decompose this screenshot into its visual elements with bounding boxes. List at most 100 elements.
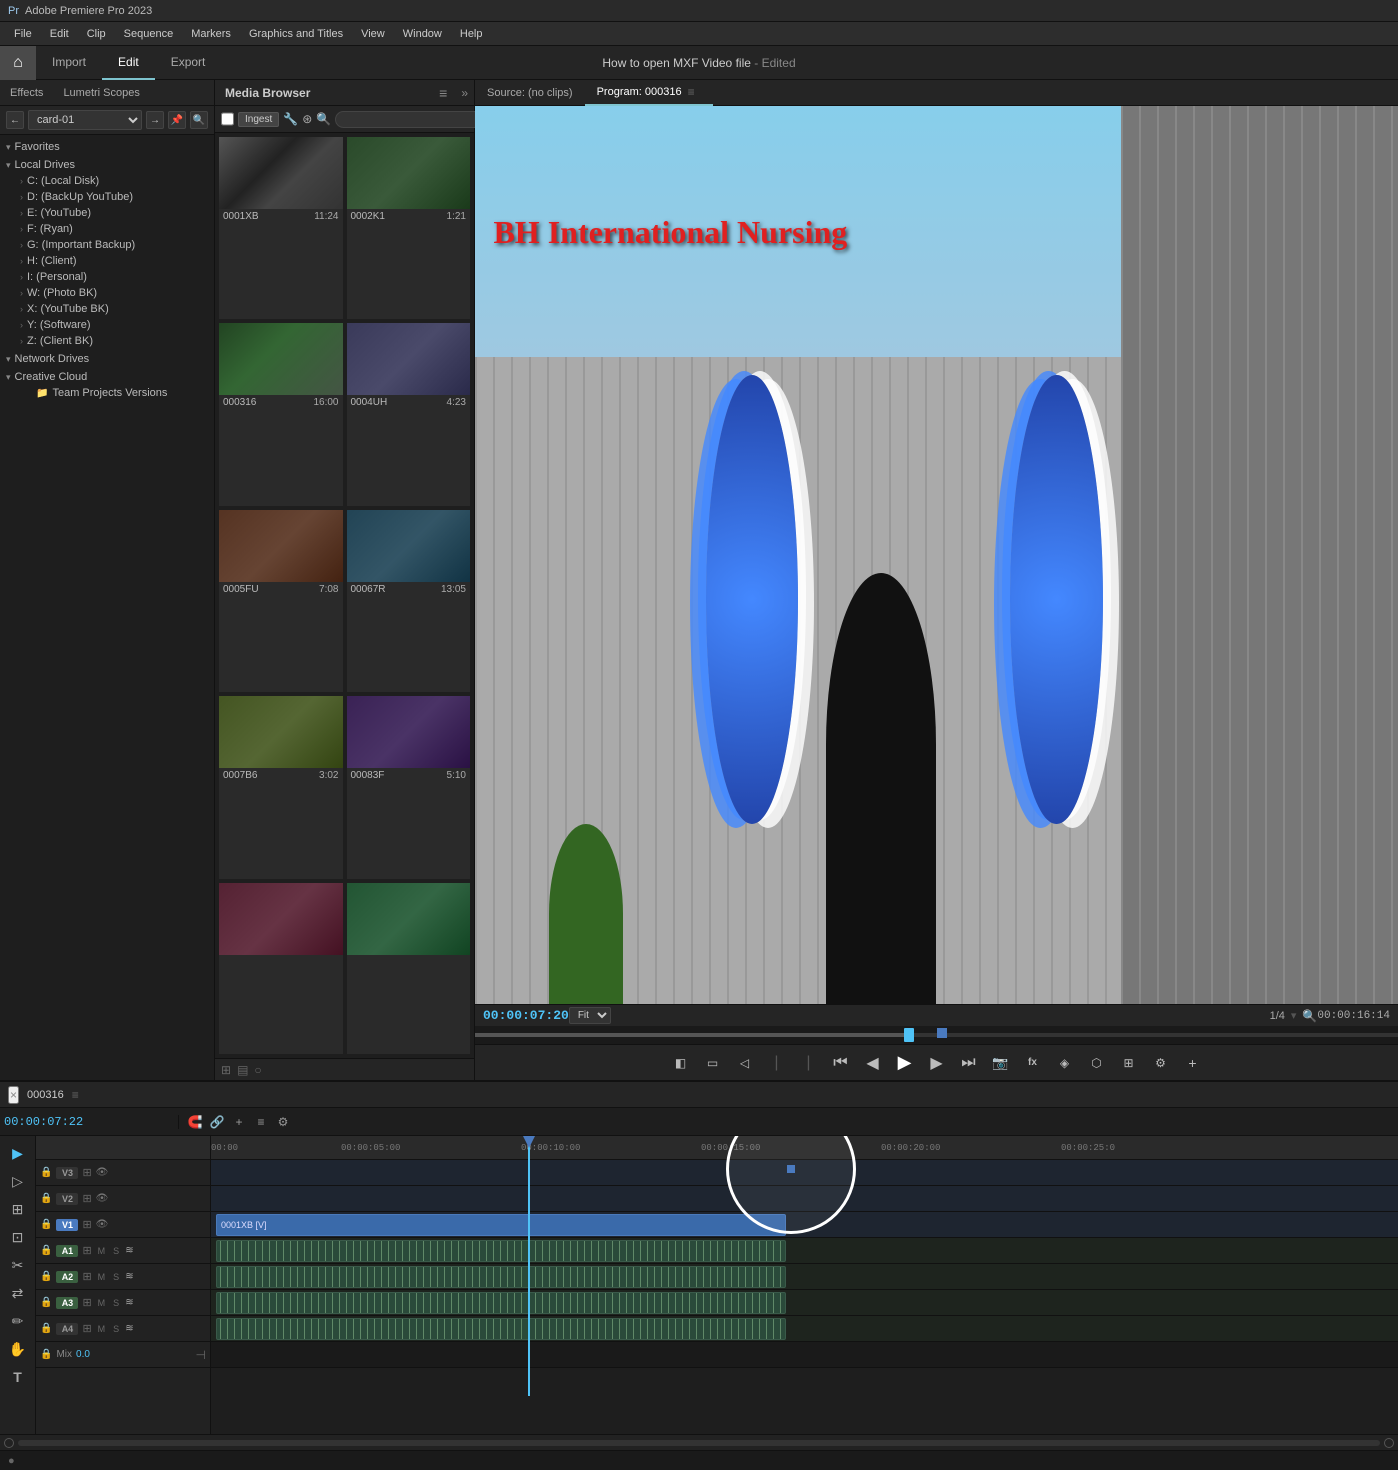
drive-g[interactable]: › G: (Important Backup) — [0, 237, 214, 253]
drive-i[interactable]: › I: (Personal) — [0, 269, 214, 285]
tl-settings-btn[interactable]: ⚙ — [273, 1112, 293, 1132]
a1-lock[interactable]: 🔒 — [40, 1245, 52, 1256]
a2-settings[interactable]: ⊞ — [82, 1270, 91, 1283]
tc-track-a2[interactable] — [211, 1264, 1398, 1290]
a2-solo[interactable]: S — [111, 1272, 121, 1282]
timeline-close-btn[interactable]: × — [8, 1086, 19, 1104]
hand-tool[interactable]: ✋ — [4, 1336, 32, 1362]
tl-link-btn[interactable]: 🔗 — [207, 1112, 227, 1132]
drive-c[interactable]: › C: (Local Disk) — [0, 173, 214, 189]
tc-track-a4[interactable] — [211, 1316, 1398, 1342]
edit-tab[interactable]: Edit — [102, 46, 155, 80]
thumb-000316[interactable]: 000316 16:00 — [219, 323, 343, 505]
a3-solo[interactable]: S — [111, 1298, 121, 1308]
camera-btn[interactable]: 📷 — [987, 1049, 1015, 1077]
a1-label[interactable]: A1 — [56, 1245, 78, 1257]
media-search-input[interactable] — [335, 111, 485, 128]
media-search-btn[interactable]: 🔍 — [316, 109, 331, 129]
thumb-0005FU[interactable]: 0005FU 7:08 — [219, 510, 343, 692]
roll-tool[interactable]: ⊡ — [4, 1224, 32, 1250]
nav-next[interactable]: → — [146, 111, 164, 129]
tc-track-v3[interactable] — [211, 1160, 1398, 1186]
a2-mute[interactable]: M — [96, 1272, 108, 1282]
home-tab[interactable]: ⌂ — [0, 46, 36, 80]
creative-cloud-header[interactable]: ▾ Creative Cloud — [0, 369, 214, 385]
v2-label[interactable]: V2 — [56, 1193, 78, 1205]
clip-btn[interactable]: ▭ — [699, 1049, 727, 1077]
v1-label[interactable]: V1 — [56, 1219, 78, 1231]
tl-add-track-btn[interactable]: + — [229, 1112, 249, 1132]
a2-lock[interactable]: 🔒 — [40, 1271, 52, 1282]
tc-track-a3[interactable] — [211, 1290, 1398, 1316]
program-monitor-tab[interactable]: Program: 000316 ≡ — [585, 80, 713, 106]
a3-settings[interactable]: ⊞ — [82, 1296, 91, 1309]
local-drives-header[interactable]: ▾ Local Drives — [0, 157, 214, 173]
tc-track-v1[interactable]: 0001XB [V] — [211, 1212, 1398, 1238]
thumb-0002K1[interactable]: 0002K1 1:21 — [347, 137, 471, 319]
tc-track-a1[interactable] — [211, 1238, 1398, 1264]
add-btn[interactable]: + — [1179, 1049, 1207, 1077]
drive-z[interactable]: › Z: (Client BK) — [0, 333, 214, 349]
a4-mute[interactable]: M — [96, 1324, 108, 1334]
import-tab[interactable]: Import — [36, 46, 102, 80]
network-drives-header[interactable]: ▾ Network Drives — [0, 351, 214, 367]
drive-x[interactable]: › X: (YouTube BK) — [0, 301, 214, 317]
ingest-btn[interactable]: Ingest — [238, 112, 279, 127]
grid-view-icon[interactable]: ⊞ — [221, 1063, 231, 1077]
drive-y[interactable]: › Y: (Software) — [0, 317, 214, 333]
v2-eye[interactable]: 👁 — [96, 1193, 109, 1204]
menu-file[interactable]: File — [6, 26, 40, 42]
mark-btn[interactable]: ◈ — [1051, 1049, 1079, 1077]
thumb-0007B6[interactable]: 0007B6 3:02 — [219, 696, 343, 878]
v2-settings[interactable]: ⊞ — [82, 1192, 91, 1205]
card-dropdown[interactable]: card-01 — [28, 110, 142, 130]
a4-lock[interactable]: 🔒 — [40, 1323, 52, 1334]
v3-eye[interactable]: 👁 — [96, 1167, 109, 1178]
go-out-btn[interactable]: ⏭ — [955, 1049, 983, 1077]
video-clip-0001xb[interactable]: 0001XB [V] — [216, 1214, 786, 1236]
v2-lock[interactable]: 🔒 — [40, 1193, 52, 1204]
audio-clip-a2[interactable] — [216, 1266, 786, 1288]
ripple-tool[interactable]: ⊞ — [4, 1196, 32, 1222]
go-in-btn[interactable]: ⏮ — [827, 1049, 855, 1077]
export-tab[interactable]: Export — [155, 46, 222, 80]
media-panel-menu-btn[interactable]: ≡ — [431, 85, 455, 101]
a2-label[interactable]: A2 — [56, 1271, 78, 1283]
thumb-00067R[interactable]: 00067R 13:05 — [347, 510, 471, 692]
audio-clip-a4[interactable] — [216, 1318, 786, 1340]
media-browser-tab[interactable]: Media Browser — [215, 80, 320, 106]
a3-lock[interactable]: 🔒 — [40, 1297, 52, 1308]
thumb-00083F[interactable]: 00083F 5:10 — [347, 696, 471, 878]
multi-cam-btn[interactable]: ⊞ — [1115, 1049, 1143, 1077]
in-point-btn[interactable]: ◁ — [731, 1049, 759, 1077]
menu-help[interactable]: Help — [452, 26, 491, 42]
tc-ruler[interactable]: 00:00 00:00:05:00 00:00:10:00 00:00:15:0… — [211, 1136, 1398, 1160]
drive-h[interactable]: › H: (Client) — [0, 253, 214, 269]
audio-clip-a3[interactable] — [216, 1292, 786, 1314]
v1-eye[interactable]: 👁 — [96, 1219, 109, 1230]
menu-sequence[interactable]: Sequence — [116, 26, 182, 42]
a4-settings[interactable]: ⊞ — [82, 1322, 91, 1335]
a3-label[interactable]: A3 — [56, 1297, 78, 1309]
fit-dropdown[interactable]: Fit — [569, 1007, 611, 1024]
list-view-icon[interactable]: ▤ — [237, 1063, 248, 1077]
ingest-checkbox[interactable] — [221, 112, 234, 126]
wrench-icon[interactable]: 🔧 — [283, 109, 298, 129]
scroll-track[interactable] — [18, 1440, 1380, 1446]
play-btn[interactable]: ▶ — [891, 1049, 919, 1077]
menu-clip[interactable]: Clip — [79, 26, 114, 42]
scroll-left-circle[interactable] — [4, 1438, 14, 1448]
thumb-extra2[interactable] — [347, 883, 471, 1054]
program-monitor-menu[interactable]: ≡ — [682, 85, 701, 99]
export-frame-btn[interactable]: ⬡ — [1083, 1049, 1111, 1077]
slip-tool[interactable]: ⇄ — [4, 1280, 32, 1306]
a4-label[interactable]: A4 — [56, 1323, 78, 1335]
pin-btn[interactable]: 📌 — [168, 111, 186, 129]
step-fwd-btn[interactable]: ▶ — [923, 1049, 951, 1077]
audio-clip-a1[interactable] — [216, 1240, 786, 1262]
a1-solo[interactable]: S — [111, 1246, 121, 1256]
zoom-icon[interactable]: 🔍 — [1302, 1009, 1317, 1023]
tc-track-v2[interactable] — [211, 1186, 1398, 1212]
v3-settings[interactable]: ⊞ — [82, 1166, 91, 1179]
drive-d[interactable]: › D: (BackUp YouTube) — [0, 189, 214, 205]
